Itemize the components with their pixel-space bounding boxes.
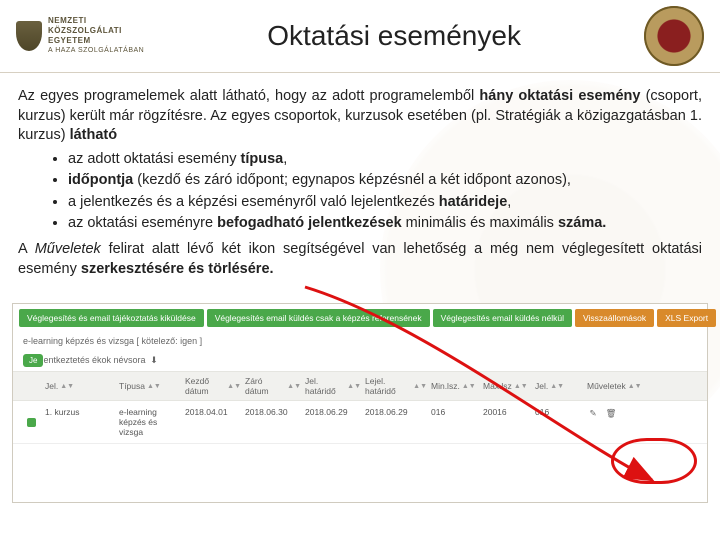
body-text: Az egyes programelemek alatt látható, ho…: [0, 73, 720, 293]
cell-ops: ✎ 🗑: [587, 407, 651, 419]
annotation-circle: [611, 438, 697, 484]
tab-restore[interactable]: Visszaállomások: [575, 309, 654, 327]
cell-start: 2018.04.01: [185, 407, 241, 417]
cell-jel: 016: [535, 407, 583, 417]
logo-left: NEMZETI KÖZSZOLGÁLATI EGYETEM A HAZA SZO…: [16, 16, 144, 55]
app-screenshot: Véglegesítés és email tájékoztatás kikül…: [12, 303, 708, 503]
tab-finalize-ref[interactable]: Véglegesítés email küldés csak a képzés …: [207, 309, 430, 327]
cell-withdraw-deadline: 2018.06.29: [365, 407, 427, 417]
slide-header: NEMZETI KÖZSZOLGÁLATI EGYETEM A HAZA SZO…: [0, 0, 720, 73]
program-meta: e-learning képzés és vizsga [ kötelező: …: [13, 332, 707, 350]
status-dot-icon: [27, 418, 36, 427]
page-title: Oktatási események: [144, 20, 644, 52]
table-row: 1. kurzus e-learning képzés és vizsga 20…: [13, 401, 707, 444]
tab-finalize-send[interactable]: Véglegesítés és email tájékoztatás kikül…: [19, 309, 204, 327]
download-icon[interactable]: ⬇: [148, 355, 160, 367]
cell-max: 20016: [483, 407, 531, 417]
seal-icon: [644, 6, 704, 66]
logo-text: NEMZETI KÖZSZOLGÁLATI EGYETEM A HAZA SZO…: [48, 16, 144, 55]
cell-min: 016: [431, 407, 479, 417]
cell-apply-deadline: 2018.06.29: [305, 407, 361, 417]
cell-type: e-learning képzés és vizsga: [119, 407, 181, 437]
enroll-list[interactable]: Jeentkeztetés ékok névsora ⬇: [13, 350, 707, 371]
shield-icon: [16, 21, 42, 51]
tab-xls-export[interactable]: XLS Export: [657, 309, 716, 327]
cell-name: 1. kurzus: [45, 407, 115, 417]
action-tabs: Véglegesítés és email tájékoztatás kikül…: [13, 304, 707, 332]
table-header: Jel.▲▼ Típusa▲▼ Kezdő dátum▲▼ Záró dátum…: [13, 371, 707, 401]
delete-icon[interactable]: 🗑: [605, 407, 617, 419]
tab-finalize-nosend[interactable]: Véglegesítés email küldés nélkül: [433, 309, 572, 327]
cell-end: 2018.06.30: [245, 407, 301, 417]
badge: Je: [23, 354, 43, 367]
edit-icon[interactable]: ✎: [587, 407, 599, 419]
